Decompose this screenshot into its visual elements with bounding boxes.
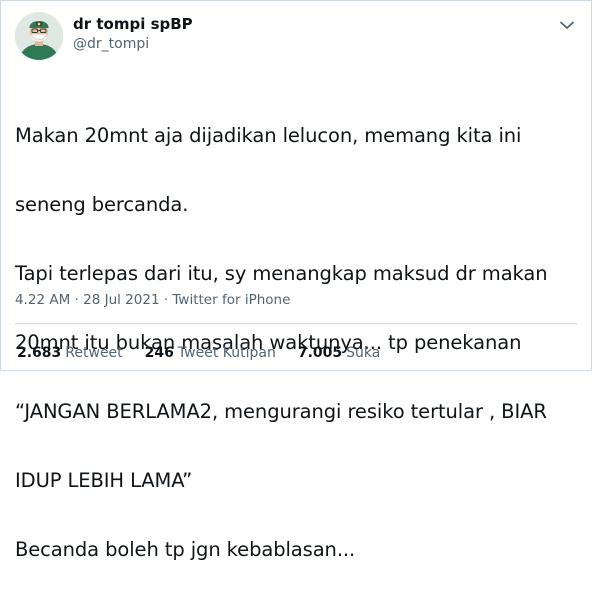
tweet-date[interactable]: 28 Jul 2021 bbox=[83, 292, 159, 308]
user-handle[interactable]: @dr_tompi bbox=[73, 35, 193, 54]
user-info: dr tompi spBP @dr_tompi bbox=[73, 15, 193, 54]
tweet-text-line: IDUP LEBIH LAMA” bbox=[15, 469, 193, 492]
avatar[interactable] bbox=[15, 12, 63, 60]
tweet-metadata: 4.22 AM · 28 Jul 2021 · Twitter for iPho… bbox=[15, 291, 290, 309]
tweet-text-line: “JANGAN BERLAMA2, mengurangi resiko tert… bbox=[15, 400, 547, 423]
retweet-count: 2.683 bbox=[17, 345, 62, 361]
separator: · bbox=[163, 292, 169, 308]
tweet-text: Makan 20mnt aja dijadikan lelucon, meman… bbox=[15, 78, 581, 607]
avatar-image bbox=[15, 12, 63, 60]
tweet-client[interactable]: Twitter for iPhone bbox=[172, 292, 290, 308]
tweet-text-line: Tapi terlepas dari itu, sy menangkap mak… bbox=[15, 262, 548, 285]
tweet-text-line: seneng bercanda. bbox=[15, 193, 189, 216]
quote-tweet-stat[interactable]: 246 Tweet Kutipan bbox=[145, 344, 276, 362]
tweet-stats: 2.683 Retweet 246 Tweet Kutipan 7.005 Suka bbox=[17, 344, 380, 362]
like-count: 7.005 bbox=[297, 345, 343, 361]
like-label: Suka bbox=[346, 345, 381, 361]
tweet-time[interactable]: 4.22 AM bbox=[15, 292, 70, 308]
quote-tweet-label: Tweet Kutipan bbox=[177, 345, 276, 361]
like-stat[interactable]: 7.005 Suka bbox=[298, 344, 381, 362]
separator: · bbox=[74, 292, 79, 308]
quote-tweet-count: 246 bbox=[144, 345, 174, 361]
more-options-icon bbox=[560, 21, 574, 29]
divider bbox=[15, 323, 577, 324]
retweet-label: Retweet bbox=[65, 345, 123, 361]
tweet-card: dr tompi spBP @dr_tompi Makan 20mnt aja … bbox=[0, 0, 592, 561]
more-options-button[interactable] bbox=[555, 13, 579, 37]
tweet-text-line: Becanda boleh tp jgn kebablasan... bbox=[15, 538, 356, 561]
retweet-stat[interactable]: 2.683 Retweet bbox=[17, 344, 123, 362]
display-name[interactable]: dr tompi spBP bbox=[73, 15, 193, 34]
tweet-text-line: Makan 20mnt aja dijadikan lelucon, meman… bbox=[15, 124, 522, 147]
